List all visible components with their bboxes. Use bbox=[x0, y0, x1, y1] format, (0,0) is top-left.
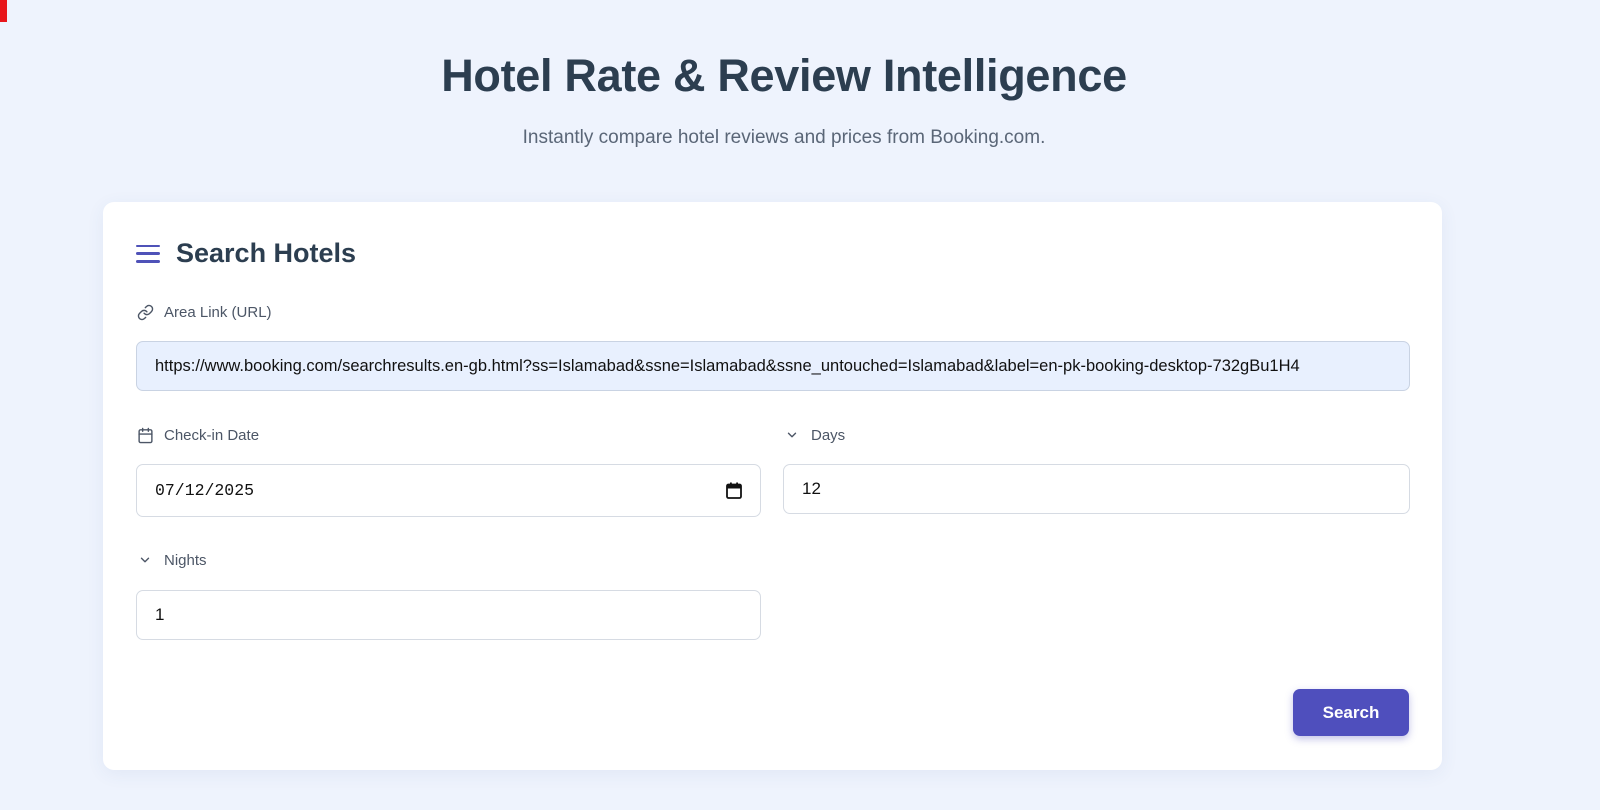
chevron-down-icon bbox=[136, 551, 154, 569]
card-title: Search Hotels bbox=[176, 238, 357, 268]
corner-marker bbox=[0, 0, 7, 22]
menu-icon bbox=[136, 244, 160, 263]
area-link-label: Area Link (URL) bbox=[136, 303, 272, 321]
days-label: Days bbox=[783, 426, 845, 444]
page-subtitle: Instantly compare hotel reviews and pric… bbox=[522, 127, 1046, 148]
days-label-text: Days bbox=[811, 426, 846, 444]
chevron-down-icon bbox=[783, 426, 801, 444]
page-title: Hotel Rate & Review Intelligence bbox=[441, 50, 1127, 101]
check-in-label: Check-in Date bbox=[136, 426, 259, 444]
calendar-icon bbox=[136, 426, 154, 444]
link-icon bbox=[136, 303, 154, 321]
check-in-date-input[interactable]: 07/12/2025 bbox=[136, 464, 761, 517]
nights-label: Nights bbox=[136, 551, 207, 569]
check-in-date-value: 07/12/2025 bbox=[155, 481, 255, 500]
check-in-label-text: Check-in Date bbox=[164, 426, 260, 444]
search-card: Search Hotels Area Link (URL) https://ww… bbox=[103, 202, 1442, 770]
days-input[interactable]: 12 bbox=[783, 464, 1410, 514]
area-link-input[interactable]: https://www.booking.com/searchresults.en… bbox=[136, 341, 1410, 391]
calendar-picker-icon[interactable] bbox=[726, 482, 742, 499]
search-button[interactable]: Search bbox=[1293, 689, 1409, 736]
card-header: Search Hotels bbox=[136, 238, 356, 269]
nights-input[interactable]: 1 bbox=[136, 590, 761, 640]
area-link-label-text: Area Link (URL) bbox=[164, 303, 272, 321]
nights-label-text: Nights bbox=[164, 551, 207, 569]
